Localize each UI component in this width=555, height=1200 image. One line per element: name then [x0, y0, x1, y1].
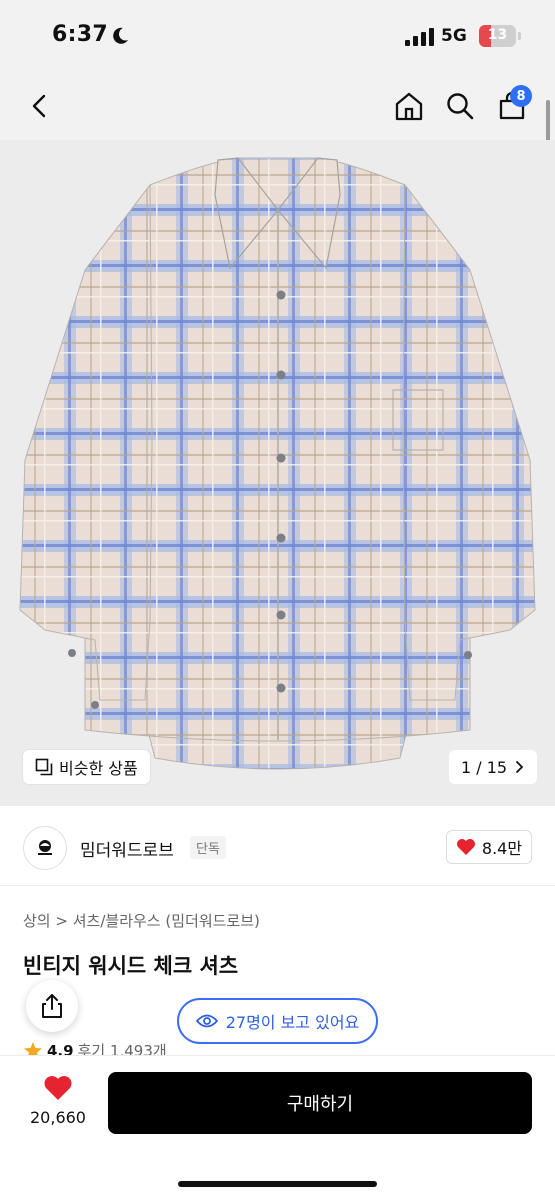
- brand-logo-icon: [38, 840, 52, 855]
- similar-products-label: 비슷한 상품: [59, 759, 138, 778]
- breadcrumb: 상의 > 셔츠/블라우스 (밈더워드로브): [23, 910, 260, 931]
- network-type: 5G: [441, 26, 467, 46]
- product-title: 빈티지 워시드 체크 셔츠: [23, 954, 239, 978]
- copy-icon: [35, 758, 53, 776]
- signal-icon: [405, 28, 434, 46]
- home-indicator: [178, 1181, 377, 1187]
- breadcrumb-separator: >: [55, 912, 68, 930]
- heart-icon: [456, 839, 475, 855]
- home-button[interactable]: [389, 86, 429, 126]
- chevron-left-icon: [32, 94, 46, 118]
- back-button[interactable]: [20, 86, 60, 126]
- buy-button[interactable]: 구매하기: [108, 1072, 532, 1134]
- eye-icon: [195, 1014, 218, 1028]
- chevron-right-icon: [516, 761, 524, 773]
- brand-like-button[interactable]: 8.4만: [446, 830, 532, 864]
- battery-level: 13: [487, 27, 508, 43]
- viewers-text: 27명이 보고 있어요: [225, 1013, 360, 1032]
- moon-icon: [113, 27, 128, 44]
- battery-icon: 13: [479, 25, 516, 47]
- brand-row: 밈더워드로브 단독 8.4만: [0, 806, 555, 886]
- product-like-count: 20,660: [30, 1108, 86, 1127]
- breadcrumb-category[interactable]: 상의: [23, 912, 51, 930]
- image-page-indicator[interactable]: 1 / 15: [449, 750, 538, 784]
- top-nav: [0, 72, 555, 140]
- search-icon: [447, 93, 474, 120]
- brand-logo[interactable]: [23, 826, 67, 870]
- brand-name[interactable]: 밈더워드로브: [80, 836, 174, 861]
- status-bar: 6:37 5G 13: [0, 0, 555, 72]
- brand-like-count: 8.4만: [481, 839, 523, 858]
- viewers-pill: 27명이 보고 있어요: [177, 998, 378, 1044]
- heart-icon: [44, 1076, 72, 1100]
- product-image[interactable]: [0, 140, 555, 806]
- share-button[interactable]: [26, 980, 78, 1032]
- page-indicator-text: 1 / 15: [461, 757, 508, 777]
- product-like-button[interactable]: [26, 1074, 90, 1138]
- share-icon: [42, 994, 62, 1018]
- home-icon: [395, 92, 423, 121]
- search-button[interactable]: [440, 86, 480, 126]
- plaid-shirt-image: [19, 157, 536, 770]
- status-time: 6:37: [52, 22, 108, 47]
- cart-badge: 8: [510, 85, 532, 107]
- exclusive-badge: 단독: [190, 836, 226, 859]
- breadcrumb-subcategory[interactable]: 셔츠/블라우스 (밈더워드로브): [73, 912, 260, 930]
- similar-products-button[interactable]: 비슷한 상품: [23, 750, 150, 784]
